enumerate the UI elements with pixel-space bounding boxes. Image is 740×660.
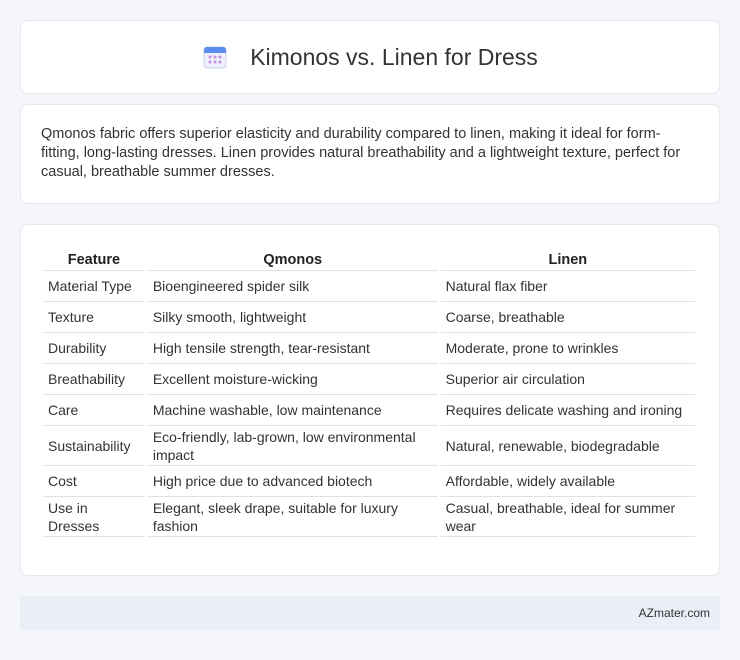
feature-cell: Material Type: [43, 271, 145, 302]
linen-cell: Moderate, prone to wrinkles: [440, 333, 695, 364]
footer-brand: AZmater.com: [638, 606, 710, 620]
qmonos-cell: Elegant, sleek drape, suitable for luxur…: [147, 497, 438, 537]
linen-cell: Coarse, breathable: [440, 302, 695, 333]
qmonos-cell: High tensile strength, tear-resistant: [147, 333, 438, 364]
footer: AZmater.com: [20, 596, 720, 630]
qmonos-cell: Excellent moisture-wicking: [147, 364, 438, 395]
column-header-linen: Linen: [440, 245, 695, 271]
table-header-row: Feature Qmonos Linen: [43, 245, 695, 271]
feature-cell: Care: [43, 395, 145, 426]
summary-text: Qmonos fabric offers superior elasticity…: [41, 126, 681, 180]
table-row: Cost High price due to advanced biotech …: [43, 466, 695, 497]
column-header-qmonos: Qmonos: [147, 245, 438, 271]
comparison-table: Feature Qmonos Linen Material Type Bioen…: [40, 245, 698, 537]
title-card: Kimonos vs. Linen for Dress: [20, 20, 720, 94]
linen-cell: Requires delicate washing and ironing: [440, 395, 695, 426]
feature-cell: Cost: [43, 466, 145, 497]
page-title: Kimonos vs. Linen for Dress: [250, 43, 538, 70]
summary-card: Qmonos fabric offers superior elasticity…: [20, 104, 720, 204]
qmonos-cell: Eco-friendly, lab-grown, low environment…: [147, 426, 438, 466]
feature-cell: Use in Dresses: [43, 497, 145, 537]
table-row: Breathability Excellent moisture-wicking…: [43, 364, 695, 395]
feature-cell: Breathability: [43, 364, 145, 395]
column-header-feature: Feature: [43, 245, 145, 271]
linen-cell: Natural flax fiber: [440, 271, 695, 302]
table-row: Material Type Bioengineered spider silk …: [43, 271, 695, 302]
linen-cell: Affordable, widely available: [440, 466, 695, 497]
feature-cell: Texture: [43, 302, 145, 333]
linen-cell: Natural, renewable, biodegradable: [440, 426, 695, 466]
linen-cell: Casual, breathable, ideal for summer wea…: [440, 497, 695, 537]
qmonos-cell: Machine washable, low maintenance: [147, 395, 438, 426]
table-row: Care Machine washable, low maintenance R…: [43, 395, 695, 426]
comparison-table-card: Feature Qmonos Linen Material Type Bioen…: [20, 224, 720, 576]
linen-cell: Superior air circulation: [440, 364, 695, 395]
qmonos-cell: High price due to advanced biotech: [147, 466, 438, 497]
table-row: Durability High tensile strength, tear-r…: [43, 333, 695, 364]
feature-cell: Sustainability: [43, 426, 145, 466]
calendar-icon: [203, 46, 227, 69]
qmonos-cell: Bioengineered spider silk: [147, 271, 438, 302]
table-row: Sustainability Eco-friendly, lab-grown, …: [43, 426, 695, 466]
table-row: Texture Silky smooth, lightweight Coarse…: [43, 302, 695, 333]
table-row: Use in Dresses Elegant, sleek drape, sui…: [43, 497, 695, 537]
qmonos-cell: Silky smooth, lightweight: [147, 302, 438, 333]
feature-cell: Durability: [43, 333, 145, 364]
